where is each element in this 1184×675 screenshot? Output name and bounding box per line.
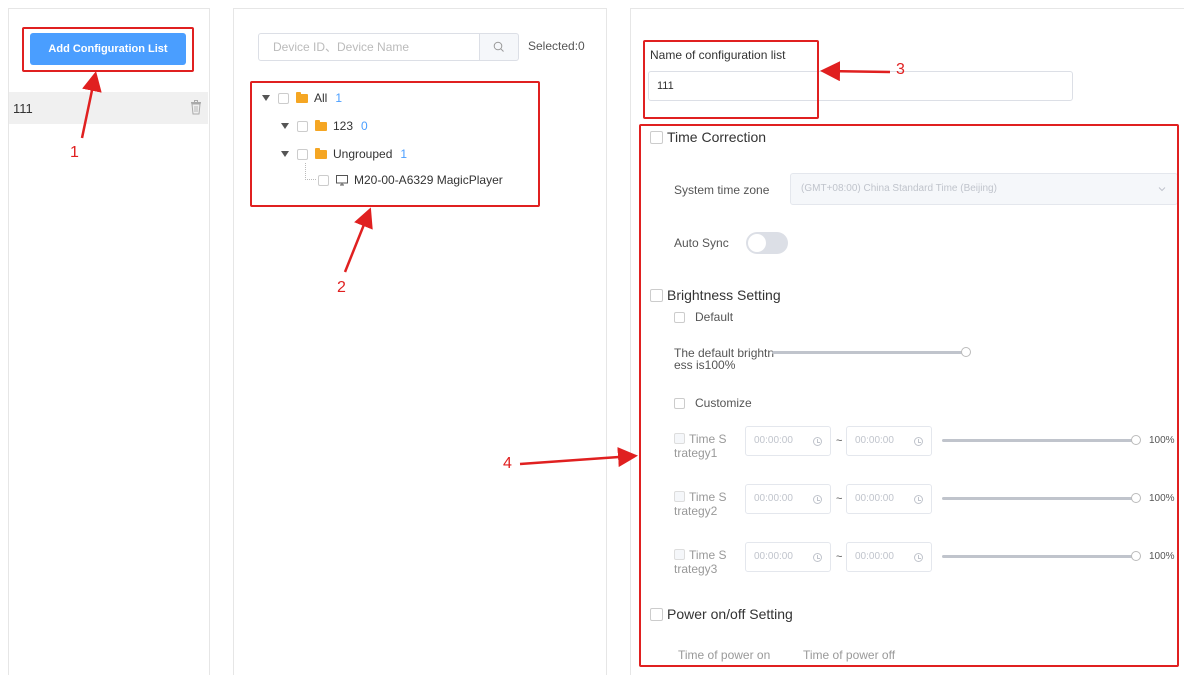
- annotation-label-1: 1: [70, 144, 79, 161]
- arrow-2: [343, 207, 373, 273]
- annotation-arrows: [80, 61, 891, 468]
- annotation-label-3: 3: [896, 61, 905, 78]
- arrow-3: [820, 61, 891, 82]
- arrow-4: [519, 447, 638, 468]
- arrow-1: [80, 71, 102, 139]
- annotation-label-4: 4: [503, 455, 512, 472]
- annotation-label-2: 2: [337, 279, 346, 296]
